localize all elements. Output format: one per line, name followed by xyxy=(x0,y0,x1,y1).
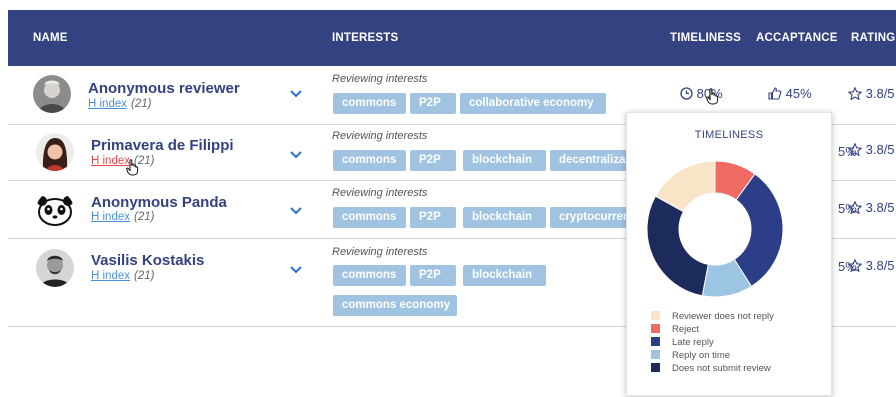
star-icon xyxy=(847,142,863,157)
h-index-value: (21) xyxy=(131,98,152,110)
legend-item: Does not submit review xyxy=(651,362,774,375)
h-index-value: (21) xyxy=(134,270,155,282)
reviewing-interests-label: Reviewing interests xyxy=(332,130,428,142)
reviewer-name[interactable]: Vasilis Kostakis xyxy=(91,252,204,269)
legend-swatch xyxy=(651,337,660,346)
rating-text: 3.8/5 xyxy=(865,142,895,157)
chevron-down-icon[interactable] xyxy=(290,87,302,101)
interest-tag[interactable]: P2P xyxy=(410,93,456,114)
column-header-interests: INTERESTS xyxy=(332,32,399,44)
chevron-down-icon[interactable] xyxy=(290,263,302,277)
h-index: H index (21) xyxy=(91,270,154,282)
chevron-down-icon[interactable] xyxy=(290,204,302,218)
acceptance-value: 45% xyxy=(768,86,812,101)
legend-label: Does not submit review xyxy=(672,363,771,374)
interest-tag[interactable]: P2P xyxy=(410,265,456,286)
legend-item: Reject xyxy=(651,323,774,336)
h-index-value: (21) xyxy=(134,211,155,223)
reviewer-name[interactable]: Anonymous Panda xyxy=(91,194,227,211)
donut-slice-does-not-submit-review[interactable] xyxy=(646,195,709,297)
interest-tag[interactable]: blockchain xyxy=(463,150,546,171)
legend-label: Reply on time xyxy=(672,350,731,361)
table-header: NAME INTERESTS TIMELINESS ACCAPTANCE RAT… xyxy=(8,10,896,66)
interest-tag[interactable]: commons xyxy=(333,93,406,114)
legend-label: Late reply xyxy=(672,337,714,348)
hand-cursor-icon xyxy=(126,159,139,176)
timeliness-donut-chart xyxy=(646,160,784,298)
rating-text: 3.8/5 xyxy=(865,200,895,215)
legend-swatch xyxy=(651,350,660,359)
acceptance-percent: 45% xyxy=(785,86,812,101)
avatar xyxy=(33,75,71,113)
hand-cursor-icon xyxy=(706,88,719,105)
interest-tag[interactable]: collaborative economy xyxy=(460,93,606,114)
h-index: H index (21) xyxy=(91,211,154,223)
reviewing-interests-label: Reviewing interests xyxy=(332,73,428,85)
column-header-rating[interactable]: RATING xyxy=(851,32,895,44)
avatar xyxy=(36,249,74,287)
column-header-acceptance[interactable]: ACCAPTANCE xyxy=(756,32,838,44)
h-index-link[interactable]: H index xyxy=(91,155,130,167)
interest-tag[interactable]: decentralization xyxy=(550,150,634,171)
interest-tag[interactable]: commons economy xyxy=(333,295,457,316)
interest-tag[interactable]: cryptocurrency xyxy=(550,207,634,228)
avatar xyxy=(36,191,74,229)
h-index-link[interactable]: H index xyxy=(91,270,130,282)
rating-text: 3.8/5 xyxy=(865,258,895,273)
column-header-timeliness[interactable]: TIMELINESS xyxy=(670,32,741,44)
reviewing-interests-label: Reviewing interests xyxy=(332,246,428,258)
legend-item: Reply on time xyxy=(651,349,774,362)
interest-tag[interactable]: commons xyxy=(333,265,406,286)
legend-swatch xyxy=(651,311,660,320)
legend-label: Reject xyxy=(672,324,699,335)
reviewing-interests-label: Reviewing interests xyxy=(332,187,428,199)
legend-label: Reviewer does not reply xyxy=(672,311,774,322)
h-index: H index (21) xyxy=(91,155,154,167)
star-icon xyxy=(847,200,863,215)
h-index-link[interactable]: H index xyxy=(91,211,130,223)
timeliness-popup: TIMELINESS Reviewer does not reply Reject… xyxy=(626,112,832,396)
interest-tag[interactable]: blockchain xyxy=(463,265,546,286)
legend-item: Reviewer does not reply xyxy=(651,310,774,323)
interest-tag[interactable]: P2P xyxy=(410,150,456,171)
reviewer-name[interactable]: Anonymous reviewer xyxy=(88,80,240,97)
interest-tag[interactable]: P2P xyxy=(410,207,456,228)
reviewer-name[interactable]: Primavera de Filippi xyxy=(91,137,234,154)
rating-value: 3.8/5 xyxy=(847,200,895,215)
chart-legend: Reviewer does not reply Reject Late reply R… xyxy=(651,310,774,375)
avatar xyxy=(36,133,74,171)
rating-value: 3.8/5 xyxy=(847,258,895,273)
clock-icon xyxy=(680,87,693,100)
h-index: H index (21) xyxy=(88,98,151,110)
rating-text: 3.8/5 xyxy=(865,86,895,101)
rating-value: 3.8/5 xyxy=(847,86,895,101)
h-index-link[interactable]: H index xyxy=(88,98,127,110)
star-icon xyxy=(847,258,863,273)
column-header-name: NAME xyxy=(33,32,68,44)
thumbs-up-icon xyxy=(768,87,782,100)
legend-item: Late reply xyxy=(651,336,774,349)
interest-tag[interactable]: commons xyxy=(333,150,406,171)
legend-swatch xyxy=(651,324,660,333)
chevron-down-icon[interactable] xyxy=(290,148,302,162)
legend-swatch xyxy=(651,363,660,372)
star-icon xyxy=(847,86,863,101)
interest-tag[interactable]: blockchain xyxy=(463,207,546,228)
popup-title: TIMELINESS xyxy=(694,129,764,141)
rating-value: 3.8/5 xyxy=(847,142,895,157)
interest-tag[interactable]: commons xyxy=(333,207,406,228)
